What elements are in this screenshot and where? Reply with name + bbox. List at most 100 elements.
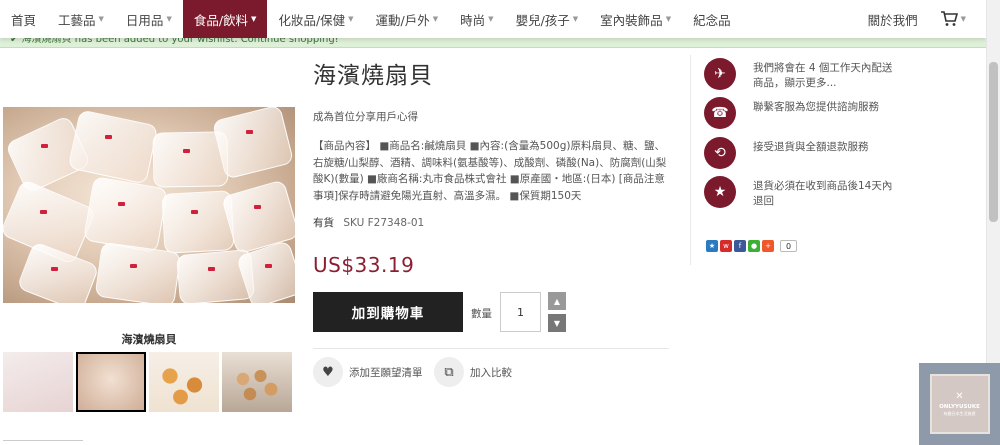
packet-print [51,267,58,271]
nav-label: 日用品 [125,12,164,28]
product-main-image[interactable] [3,107,295,303]
scrollbar-thumb[interactable] [989,62,998,222]
nav-item-cosmetics[interactable]: 化妝品/保健 ▼ [267,0,364,38]
chevron-down-icon: ▼ [166,15,172,23]
nav-label: 紀念品 [693,12,731,28]
stock-status: 有貨 [313,217,334,229]
column-divider [690,55,691,265]
plus-icon[interactable]: + [762,240,774,252]
packet-print [208,267,215,271]
quantity-label: 數量 [471,308,492,320]
snack-packet [16,241,100,303]
chevron-down-icon: ▼ [251,15,257,23]
heart-icon: ♥ [313,357,343,387]
quantity-input[interactable] [500,292,541,332]
watermark-line1: ONLYYUSUKE [939,404,980,410]
wechat-icon[interactable]: ● [748,240,760,252]
nav-item-home[interactable]: 首頁 [0,0,47,38]
nav-label: 運動/戶外 [375,12,430,28]
nav-label: 關於我們 [867,12,918,28]
main-nav: 首頁 工藝品 ▼ 日用品 ▼ 食品/飲料 ▼ 化妝品/保健 ▼ 運動/戶外 ▼ 時尚 ▼ 嬰… [0,0,986,38]
service-text: 聯繫客服為您提供諮詢服務 [753,101,879,113]
compare-icon: ⧉ [434,357,464,387]
nav-label: 食品/飲料 [193,12,249,28]
nav-item-decor[interactable]: 室內裝飾品 ▼ [589,0,682,38]
quantity-increase-button[interactable]: ▲ [548,292,566,310]
snack-packet [82,175,169,254]
nav-item-about[interactable]: 關於我們 [857,0,929,38]
chevron-down-icon: ▼ [348,15,354,23]
add-to-wishlist-button[interactable]: ♥ 添加至願望清單 [313,357,423,387]
nav-item-souvenirs[interactable]: 紀念品 [682,0,742,38]
share-bar: ★ w f ● + 0 [706,240,798,252]
nav-item-fashion[interactable]: 時尚 ▼ [449,0,504,38]
divider [313,348,669,349]
add-to-cart-button[interactable]: 加到購物車 [313,292,463,332]
utensils-icon: ✕ [955,391,964,402]
page: ✔ 海濱燒扇貝 has been added to your wishlist.… [0,0,1000,445]
service-text[interactable]: 我們將會在 4 個工作天內配送商品，顯示更多... [753,58,898,91]
nav-item-baby[interactable]: 嬰兒/孩子 ▼ [505,0,590,38]
packet-print [265,263,272,268]
nav-label: 時尚 [460,12,486,28]
star-icon: ★ [704,176,736,208]
snack-packet [211,107,295,180]
phone-icon: ☎ [704,97,736,129]
add-to-compare-button[interactable]: ⧉ 加入比較 [434,357,512,387]
divider [3,440,83,441]
quantity-decrease-button[interactable]: ▼ [548,314,566,332]
chevron-up-icon: ▲ [553,296,561,306]
service-return-window: ★ 退貨必須在收到商品後14天內退回 [704,176,898,209]
product-title: 海濱燒扇貝 [313,63,433,89]
packet-print [118,201,125,206]
snack-packet [67,109,159,185]
wishlist-label: 添加至願望清單 [349,366,423,379]
chevron-down-icon: ▼ [98,15,104,23]
nav-item-sports[interactable]: 運動/戶外 ▼ [365,0,450,38]
service-contact: ☎ 聯繫客服為您提供諮詢服務 [704,97,898,129]
cart-icon [940,11,958,26]
packet-print [130,263,137,268]
thumbnail-strip [3,352,292,412]
facebook-icon[interactable]: f [734,240,746,252]
chevron-down-icon: ▼ [553,318,561,328]
review-link[interactable]: 成為首位分享用戶心得 [313,109,418,124]
airplane-icon: ✈ [704,58,736,90]
service-text: 退貨必須在收到商品後14天內退回 [753,180,893,207]
thumbnail-2[interactable] [76,352,146,412]
share-count: 0 [780,240,798,252]
packet-print [246,130,253,134]
nav-label: 化妝品/保健 [278,12,346,28]
nav-label: 室內裝飾品 [600,12,663,28]
nav-label: 工藝品 [58,12,96,28]
chevron-down-icon: ▼ [432,15,439,23]
nav-right: 關於我們 ▼ [857,0,986,38]
chevron-down-icon: ▼ [488,15,494,23]
thumbnail-4[interactable] [222,352,292,412]
nav-item-crafts[interactable]: 工藝品 ▼ [47,0,115,38]
packet-print [191,210,198,214]
packet-print [183,148,190,153]
packet-print [40,210,47,214]
watermark-line2: 有趣日本生活旅遊 [943,411,976,416]
image-caption: 海濱燒扇貝 [121,333,177,346]
refresh-icon: ⟲ [704,137,736,169]
nav-label: 嬰兒/孩子 [515,12,570,28]
star-share-icon[interactable]: ★ [706,240,718,252]
thumbnail-3[interactable] [149,352,219,412]
service-text: 接受退貨與全額退款服務 [753,141,869,153]
chevron-down-icon: ▼ [665,15,672,23]
thumbnail-1[interactable] [3,352,73,412]
weibo-icon[interactable]: w [720,240,732,252]
packet-print [254,205,261,209]
nav-item-food[interactable]: 食品/飲料 ▼ [182,0,268,38]
packet-print [41,143,48,148]
cart-button[interactable]: ▼ [929,0,986,38]
product-price: US$33.19 [313,253,415,277]
sku-text: SKU F27348-01 [343,217,425,229]
nav-label: 首頁 [11,12,37,28]
snack-packet [94,241,182,303]
product-description: 【商品內容】 ■商品名:鹹燒扇貝 ■內容:(含量為500g)原料扇貝、糖、鹽、右… [313,140,667,202]
nav-item-daily[interactable]: 日用品 ▼ [115,0,183,38]
packet-print [105,135,112,139]
